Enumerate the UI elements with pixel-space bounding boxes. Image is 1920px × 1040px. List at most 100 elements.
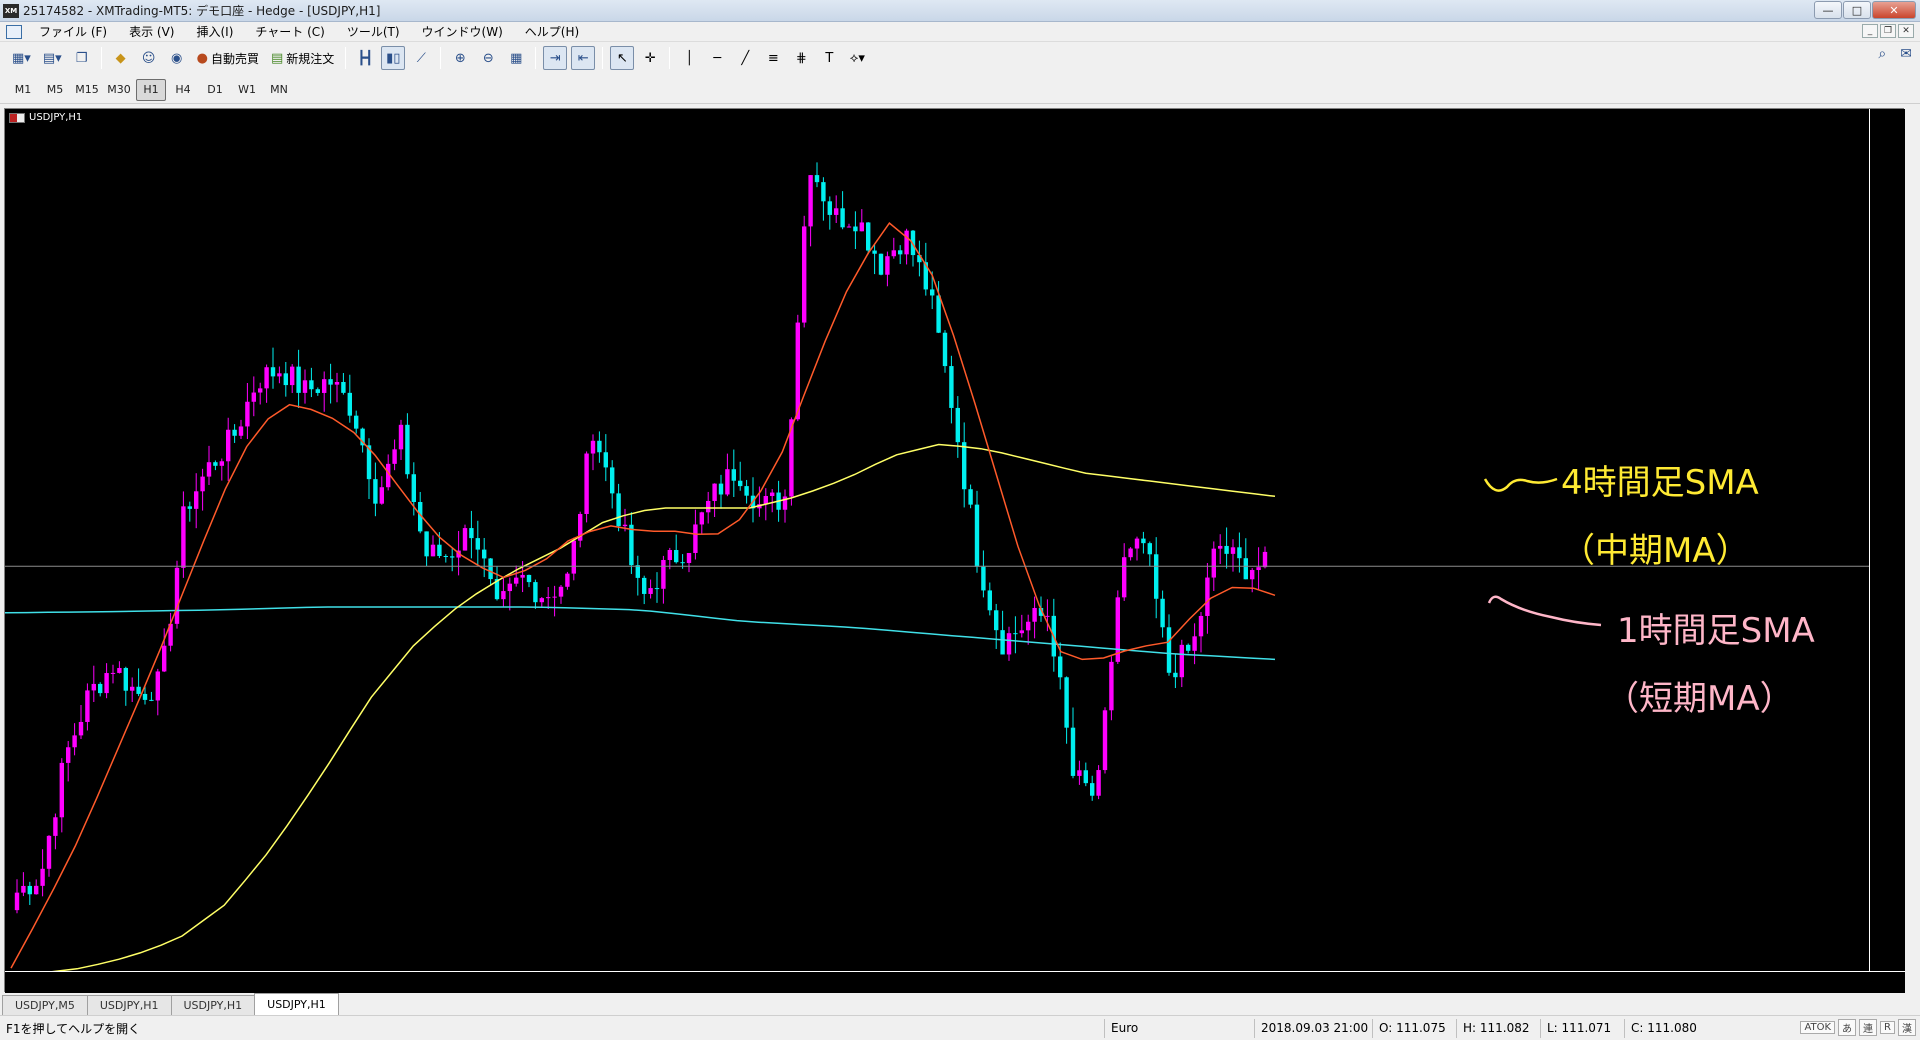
timeframe-m30[interactable]: M30 xyxy=(104,79,134,101)
ime-hiragana[interactable]: あ xyxy=(1838,1019,1857,1036)
menu-chart[interactable]: チャート (C) xyxy=(244,23,335,40)
timeframe-h1[interactable]: H1 xyxy=(136,78,166,101)
fibonacci-button[interactable]: ≡ xyxy=(761,46,785,70)
candle-body xyxy=(725,469,730,495)
candle-body xyxy=(1128,548,1133,558)
document-icon[interactable] xyxy=(6,24,22,39)
ime-kanji[interactable]: 漢 xyxy=(1898,1019,1916,1036)
zoom-out-button[interactable]: ⊖ xyxy=(476,46,500,70)
candle-body xyxy=(213,462,218,466)
toolbar-separator xyxy=(345,47,347,69)
timeframe-h4[interactable]: H4 xyxy=(168,79,198,101)
mdi-minimize-button[interactable]: _ xyxy=(1862,24,1878,38)
market-watch-button[interactable]: ❐ xyxy=(70,46,94,70)
minimize-button[interactable]: — xyxy=(1814,1,1842,19)
candle-body xyxy=(706,500,711,513)
status-datetime: 2018.09.03 21:00 xyxy=(1254,1018,1372,1038)
new-order-button[interactable]: ▤ 新規注文 xyxy=(267,46,338,70)
candle-body xyxy=(1032,607,1037,622)
candle-body xyxy=(1256,567,1261,571)
candle-body xyxy=(1250,570,1255,580)
candle-body xyxy=(610,467,615,494)
tile-windows-button[interactable]: ▦ xyxy=(504,46,528,70)
text-button[interactable]: T xyxy=(817,46,841,70)
ime-ren[interactable]: 連 xyxy=(1859,1019,1878,1036)
candle-body xyxy=(1154,554,1159,599)
trend-line-button[interactable]: ╱ xyxy=(733,46,757,70)
time-axis[interactable] xyxy=(5,971,1905,993)
app-logo-icon: XM xyxy=(3,3,19,18)
timeframe-m5[interactable]: M5 xyxy=(40,79,70,101)
profiles-button[interactable]: ▤▾ xyxy=(39,46,66,70)
auto-trading-button[interactable]: ● 自動売買 xyxy=(193,46,263,70)
chart-shift-button[interactable]: ⇤ xyxy=(571,46,596,70)
candle-body xyxy=(91,683,96,691)
candle-body xyxy=(834,208,839,215)
mdi-close-button[interactable]: ✕ xyxy=(1898,24,1914,38)
menu-window[interactable]: ウインドウ(W) xyxy=(411,23,514,40)
community-button[interactable]: ☺ xyxy=(137,46,161,70)
cursor-button[interactable]: ↖ xyxy=(610,46,635,70)
mdi-restore-button[interactable]: ❐ xyxy=(1880,24,1896,38)
zoom-in-button[interactable]: ⊕ xyxy=(448,46,472,70)
candle-body xyxy=(1160,598,1165,628)
candle-body xyxy=(142,693,148,700)
horizontal-line-button[interactable]: ─ xyxy=(705,46,729,70)
candle-body xyxy=(642,577,647,594)
auto-scroll-button[interactable]: ⇥ xyxy=(543,46,568,70)
menu-file[interactable]: ファイル (F) xyxy=(28,23,118,40)
line-chart-button[interactable]: ⟋ xyxy=(409,46,433,70)
maximize-button[interactable]: □ xyxy=(1843,1,1871,19)
close-button[interactable]: ✕ xyxy=(1872,1,1916,19)
candle-body xyxy=(1134,538,1140,549)
candle-body xyxy=(1064,677,1069,728)
tab-usdjpy-h1[interactable]: USDJPY,H1 xyxy=(86,995,172,1015)
menu-help[interactable]: ヘルプ(H) xyxy=(514,23,590,40)
candlestick-button[interactable]: ▮▯ xyxy=(381,46,406,70)
tab-usdjpy-h1-active[interactable]: USDJPY,H1 xyxy=(254,993,339,1015)
candle-body xyxy=(1000,630,1005,655)
search-icon[interactable]: ⌕ xyxy=(1878,46,1886,62)
tab-usdjpy-h1[interactable]: USDJPY,H1 xyxy=(170,995,256,1015)
candle-body xyxy=(1262,551,1268,568)
tab-usdjpy-m5[interactable]: USDJPY,M5 xyxy=(2,995,88,1015)
toolbar-separator xyxy=(669,47,671,69)
timeframe-mn[interactable]: MN xyxy=(264,79,294,101)
candle-body xyxy=(667,550,672,561)
candle-body xyxy=(1045,615,1050,617)
candle-body xyxy=(392,449,397,464)
menu-view[interactable]: 表示 (V) xyxy=(118,23,185,40)
menu-insert[interactable]: 挿入(I) xyxy=(185,23,244,40)
signals-button[interactable]: ◉ xyxy=(165,46,189,70)
menu-tools[interactable]: ツール(T) xyxy=(336,23,411,40)
menu-bar: ファイル (F) 表示 (V) 挿入(I) チャート (C) ツール(T) ウイ… xyxy=(0,22,1920,42)
ime-romaji[interactable]: R xyxy=(1880,1021,1895,1034)
timeframe-d1[interactable]: D1 xyxy=(200,79,230,101)
ime-atok[interactable]: ATOK xyxy=(1800,1021,1836,1034)
timeframe-w1[interactable]: W1 xyxy=(232,79,262,101)
new-chart-button[interactable]: ▦▾ xyxy=(8,46,35,70)
candle-body xyxy=(469,528,474,539)
channel-button[interactable]: ⋕ xyxy=(789,46,813,70)
vertical-line-button[interactable]: │ xyxy=(677,46,701,70)
candle-body xyxy=(565,573,570,587)
vertical-line-icon: │ xyxy=(685,50,694,66)
mid-ma-annotation-sub: （中期MA） xyxy=(1561,531,1750,571)
candle-body xyxy=(238,426,244,436)
candle-body xyxy=(283,373,288,386)
candle-body xyxy=(821,182,826,202)
timeframe-m15[interactable]: M15 xyxy=(72,79,102,101)
algo-editor-button[interactable]: ◆ xyxy=(109,46,133,70)
objects-button[interactable]: ⟡▾ xyxy=(845,46,869,70)
timeframe-m1[interactable]: M1 xyxy=(8,79,38,101)
bar-chart-button[interactable]: ┣┫ xyxy=(353,46,377,70)
chat-icon[interactable]: ✉ xyxy=(1900,46,1912,62)
candle-body xyxy=(898,250,903,255)
crosshair-button[interactable]: ✛ xyxy=(638,46,662,70)
chart-window[interactable]: USDJPY,H1 111.845111.790111.735111.68011… xyxy=(4,108,1905,993)
price-axis[interactable] xyxy=(1869,109,1905,971)
title-bar: XM 25174582 - XMTrading-MT5: デモ口座 - Hedg… xyxy=(0,0,1920,22)
fibonacci-icon: ≡ xyxy=(767,50,779,66)
candle-body xyxy=(72,735,77,748)
candle-body xyxy=(1224,545,1229,554)
